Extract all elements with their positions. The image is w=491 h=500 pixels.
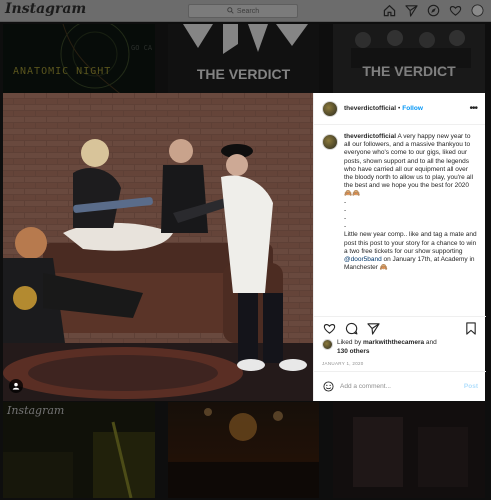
post-comment-button[interactable]: Post xyxy=(464,383,478,390)
separator-dot: • xyxy=(398,105,401,112)
caption-text: theverdictofficial A very happy new year… xyxy=(344,133,478,309)
follow-button[interactable]: Follow xyxy=(402,105,423,112)
share-icon[interactable] xyxy=(366,321,380,335)
nav-icons xyxy=(382,3,485,18)
band-photo xyxy=(3,93,313,401)
explore-icon[interactable] xyxy=(426,3,441,18)
likes-text: Liked by markwiththecamera and 130 others xyxy=(337,339,437,356)
liked-by-prefix: Liked by xyxy=(337,339,364,346)
like-icon[interactable] xyxy=(322,321,336,335)
home-icon[interactable] xyxy=(382,3,397,18)
caption-mention[interactable]: @door5band xyxy=(344,256,382,263)
post-actions xyxy=(314,316,486,336)
profile-avatar[interactable] xyxy=(470,3,485,18)
author-avatar[interactable] xyxy=(322,100,338,117)
save-bookmark-icon[interactable] xyxy=(464,321,478,335)
liked-by-user[interactable]: markwiththecamera xyxy=(363,339,424,346)
activity-icon[interactable] xyxy=(448,3,463,18)
search-icon xyxy=(227,6,234,16)
comment-input[interactable] xyxy=(340,383,450,390)
direct-icon[interactable] xyxy=(404,3,419,18)
more-options-icon[interactable]: ••• xyxy=(469,103,477,114)
liker-avatar[interactable] xyxy=(322,339,333,350)
post-sidebar: theverdictofficial • Follow ••• theverdi… xyxy=(313,93,486,401)
search-input[interactable]: Search xyxy=(188,4,298,18)
post-caption: theverdictofficial A very happy new year… xyxy=(314,133,486,309)
tagged-user-icon[interactable] xyxy=(9,379,23,393)
likes-summary: Liked by markwiththecamera and 130 others xyxy=(322,339,437,356)
caption-username[interactable]: theverdictofficial xyxy=(344,133,396,140)
post-photo[interactable] xyxy=(3,93,313,401)
post-modal: theverdictofficial • Follow ••• theverdi… xyxy=(3,93,486,401)
post-header: theverdictofficial • Follow ••• xyxy=(314,93,485,125)
emoji-icon[interactable] xyxy=(322,381,334,393)
comment-icon[interactable] xyxy=(344,321,358,335)
author-username[interactable]: theverdictofficial xyxy=(344,105,396,112)
comment-box: Post xyxy=(314,371,486,401)
caption-avatar[interactable] xyxy=(322,134,338,150)
liked-by-and: and xyxy=(424,339,437,346)
post-date[interactable]: JANUARY 1, 2020 xyxy=(322,361,364,366)
instagram-logo[interactable]: Instagram xyxy=(5,1,86,17)
search-placeholder: Search xyxy=(236,7,260,15)
top-nav-bar: Instagram Search xyxy=(0,0,491,22)
liked-by-others[interactable]: 130 others xyxy=(337,348,370,355)
caption-body: A very happy new year to all our followe… xyxy=(344,133,477,255)
